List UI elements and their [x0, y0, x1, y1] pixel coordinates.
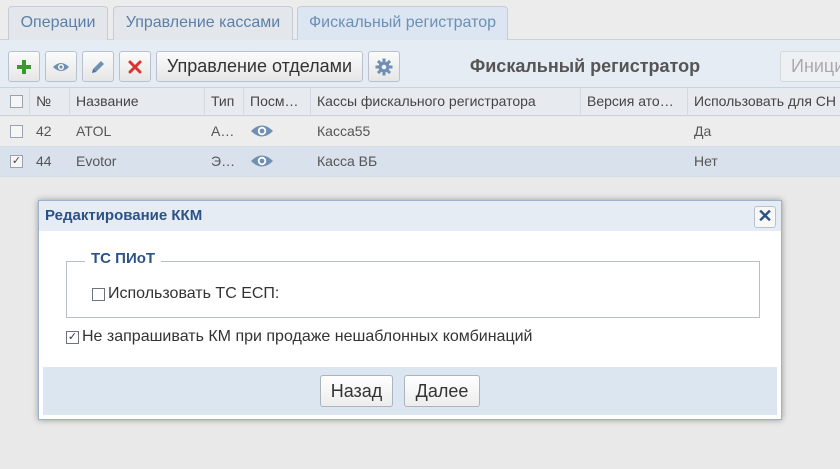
column-header[interactable]: Название	[70, 88, 205, 116]
manage-departments-button[interactable]: Управление отделами	[156, 51, 363, 82]
close-icon: ✕	[757, 206, 773, 226]
row-cashboxes: Касса55	[317, 123, 371, 139]
select-all-cell	[0, 88, 30, 116]
column-header[interactable]: Использовать для СН	[688, 88, 840, 116]
initialize-button[interactable]: Иници	[780, 51, 840, 82]
dialog-header: Редактирование ККМ ✕	[39, 201, 781, 231]
settings-button[interactable]	[368, 51, 400, 82]
row-use-for: Нет	[694, 153, 718, 169]
no-km-request-label: Не запрашивать КМ при продаже нешаблонны…	[82, 328, 533, 345]
table-header: № Название Тип Посм… Кассы фискального р…	[0, 88, 840, 116]
tab-fiscal-registrar[interactable]: Фискальный регистратор	[297, 6, 508, 41]
row-select-cell	[0, 117, 30, 146]
edit-button[interactable]	[82, 51, 114, 82]
no-km-request-checkbox[interactable]: ✓	[66, 330, 79, 344]
close-icon	[128, 60, 142, 73]
table-row[interactable]: 42 ATOL А… Касса55 Да	[0, 117, 840, 147]
column-header[interactable]: Кассы фискального регистратора	[311, 88, 581, 116]
row-select-cell: ✓	[0, 147, 30, 176]
row-type: А…	[211, 123, 235, 139]
tab-cash-management[interactable]: Управление кассами	[113, 6, 293, 40]
select-all-checkbox[interactable]	[10, 95, 23, 108]
row-view-cell	[244, 147, 306, 176]
column-header[interactable]: Тип	[205, 88, 244, 116]
group-title: ТС ПИоТ	[85, 250, 162, 267]
column-header[interactable]: Посм…	[244, 88, 311, 116]
no-km-request-option[interactable]: ✓ Не запрашивать КМ при продаже нешаблон…	[66, 328, 533, 346]
eye-icon[interactable]	[250, 123, 274, 139]
delete-button[interactable]	[119, 51, 151, 82]
row-version	[581, 147, 688, 176]
toolbar: Управление отделами Фискальный регистрат…	[0, 40, 840, 88]
plus-icon	[17, 59, 31, 74]
row-use-for: Да	[694, 123, 712, 139]
table-row[interactable]: ✓ 44 Evotor Э… Касса ВБ Нет	[0, 147, 840, 177]
eye-icon	[53, 62, 69, 71]
eye-icon[interactable]	[250, 153, 274, 169]
row-checkbox[interactable]	[10, 125, 23, 138]
row-name: Evotor	[76, 153, 117, 169]
pencil-icon	[92, 60, 104, 73]
column-header[interactable]: Версия ато…	[581, 88, 688, 116]
page-title: Фискальный регистратор	[469, 56, 701, 76]
row-view-cell	[244, 117, 306, 146]
use-tc-esp-checkbox[interactable]	[92, 287, 105, 301]
row-version	[581, 117, 688, 146]
tab-operations[interactable]: Операции	[8, 6, 108, 40]
tc-piot-group: ТС ПИоТ Использовать ТС ЕСП:	[66, 250, 760, 318]
dialog-footer: Назад Далее	[43, 367, 777, 415]
tab-bar: Операции Управление кассами Фискальный р…	[0, 0, 840, 41]
row-type: Э…	[211, 153, 236, 169]
row-checkbox[interactable]: ✓	[10, 155, 23, 168]
next-button[interactable]: Далее	[404, 375, 480, 407]
use-tc-esp-label: Использовать ТС ЕСП:	[108, 285, 280, 302]
row-number: 44	[36, 153, 52, 169]
row-number: 42	[36, 123, 52, 139]
dialog-body: ТС ПИоТ Использовать ТС ЕСП:	[43, 231, 777, 367]
row-cashboxes: Касса ВБ	[317, 153, 378, 169]
add-button[interactable]	[8, 51, 40, 82]
column-header[interactable]: №	[30, 88, 70, 116]
dialog-close-button[interactable]: ✕	[754, 206, 776, 228]
row-name: ATOL	[76, 123, 112, 139]
use-tc-esp-option[interactable]: Использовать ТС ЕСП:	[92, 285, 279, 303]
dialog-title: Редактирование ККМ	[45, 207, 203, 224]
back-button[interactable]: Назад	[320, 375, 393, 407]
edit-kkm-dialog: Редактирование ККМ ✕ ТС ПИоТ Использоват…	[38, 200, 782, 420]
view-button[interactable]	[45, 51, 77, 82]
gear-icon	[375, 58, 393, 75]
